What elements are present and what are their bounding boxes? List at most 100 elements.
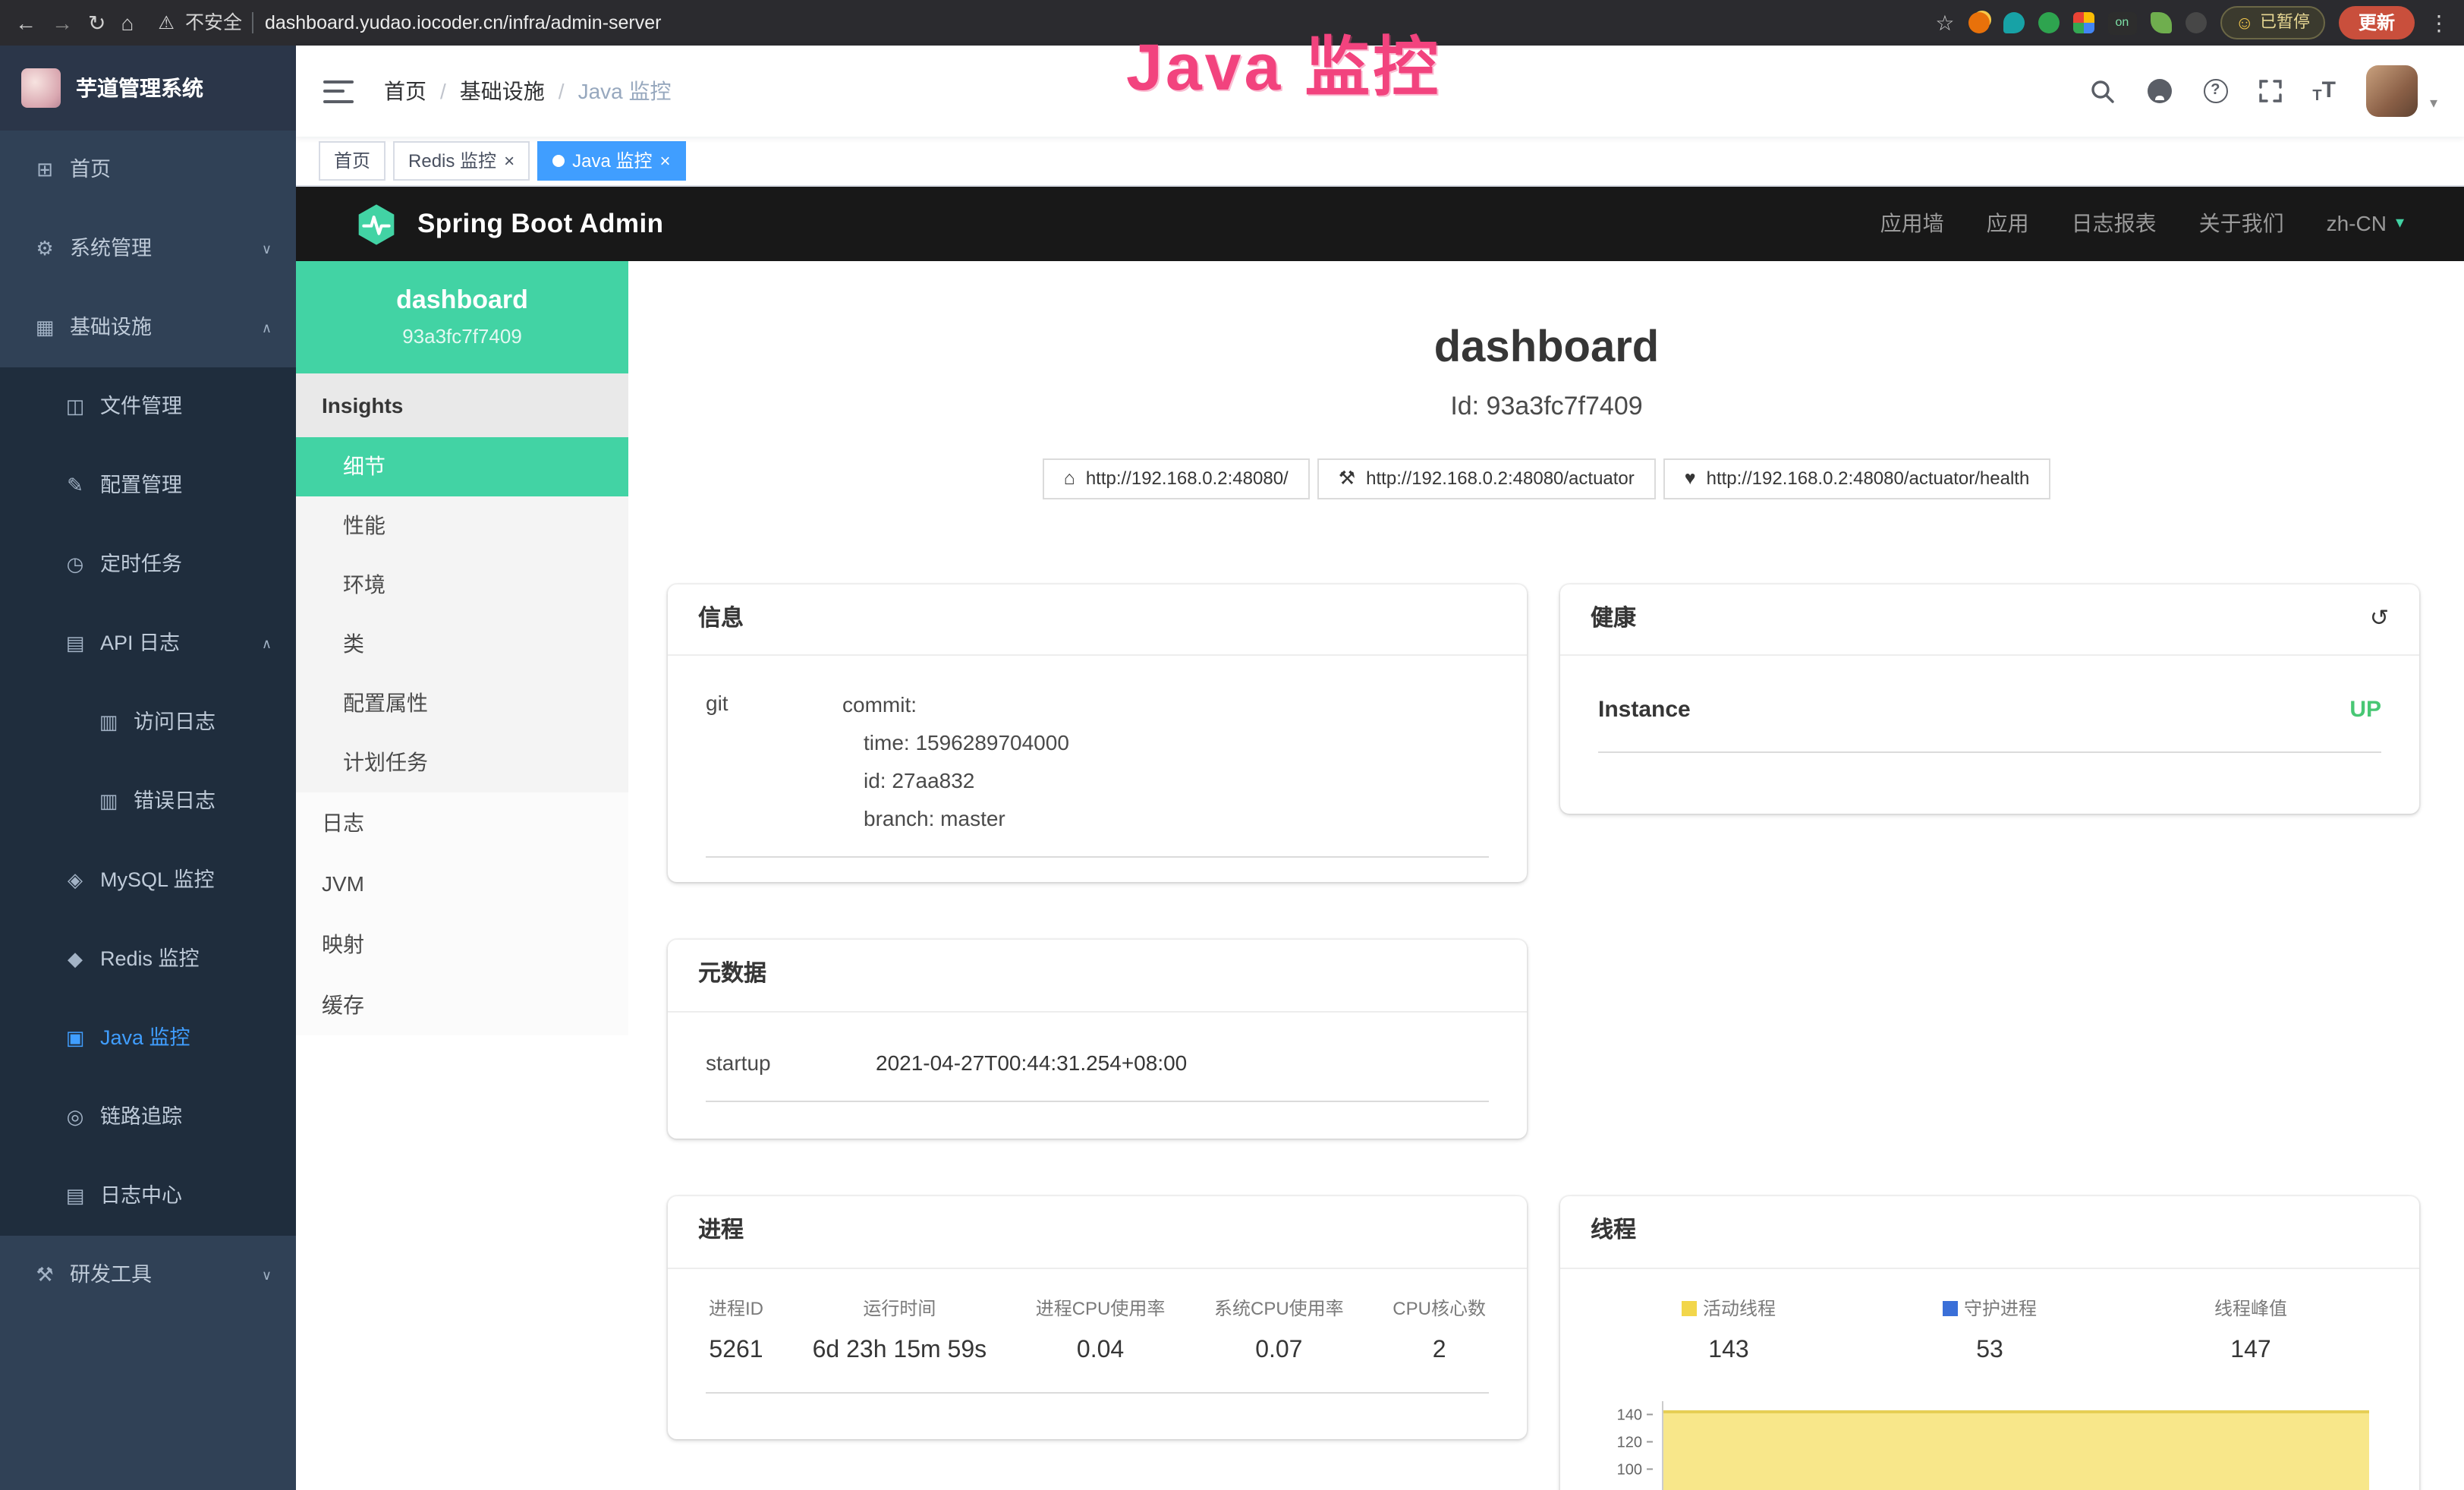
sba-sidebar-item-classes[interactable]: 类	[296, 615, 628, 674]
url-text: dashboard.yudao.iocoder.cn/infra/admin-s…	[265, 10, 662, 36]
instance-name: dashboard	[396, 285, 528, 320]
page-title: dashboard	[628, 319, 2464, 378]
header-actions: ? T T ▾	[2089, 65, 2437, 117]
hamburger-icon[interactable]	[323, 80, 354, 102]
sidebar-item-home[interactable]: ⊞ 首页	[0, 131, 296, 209]
font-size-small-glyph: T	[2312, 86, 2321, 106]
sidebar-item-system-management[interactable]: ⚙ 系统管理 ∨	[0, 209, 296, 288]
tab-home[interactable]: 首页	[319, 141, 385, 181]
sba-sidebar-item-caches[interactable]: 缓存	[296, 975, 628, 1035]
sidebar-item-label: 日志中心	[100, 1183, 182, 1210]
sidebar-item-java-monitor[interactable]: ▣ Java 监控	[0, 999, 296, 1078]
chevron-down-icon: ∨	[262, 1266, 272, 1284]
sba-sidebar-item-environment[interactable]: 环境	[296, 556, 628, 615]
extension-icon-4[interactable]	[2185, 12, 2206, 33]
extension-icon-1[interactable]	[1968, 12, 1989, 33]
threads-card-title: 线程	[1591, 1217, 1636, 1248]
github-icon[interactable]	[2145, 77, 2173, 105]
tab-redis-monitor[interactable]: Redis 监控 ×	[393, 141, 530, 181]
sidebar-item-label: API 日志	[100, 630, 180, 657]
browser-home-icon[interactable]: ⌂	[121, 12, 134, 33]
back-icon[interactable]: ←	[15, 12, 36, 33]
sba-nav-applications[interactable]: 应用	[1987, 209, 2029, 238]
sba-sidebar-item-details[interactable]: 细节	[296, 437, 628, 496]
sba-nav-wallboard[interactable]: 应用墙	[1880, 209, 1944, 238]
legend-value: 147	[2120, 1334, 2381, 1367]
sba-sidebar-item-scheduled-tasks[interactable]: 计划任务	[296, 733, 628, 792]
help-icon[interactable]: ?	[2203, 79, 2227, 103]
chevron-up-icon: ∧	[262, 635, 272, 653]
sba-sidebar-item-mappings[interactable]: 映射	[296, 914, 628, 975]
sba-content: dashboard Id: 93a3fc7f7409 ⌂ http://192.…	[628, 261, 2464, 1490]
fullscreen-icon[interactable]	[2258, 79, 2282, 103]
sidebar-item-log-center[interactable]: ▤ 日志中心	[0, 1157, 296, 1236]
tab-java-monitor[interactable]: Java 监控 ×	[537, 141, 685, 181]
address-bar[interactable]: ⚠ 不安全 dashboard.yudao.iocoder.cn/infra/a…	[158, 10, 661, 36]
sidebar-item-api-logs[interactable]: ▤ API 日志 ∧	[0, 604, 296, 683]
legend-peak-threads: 线程峰值 147	[2120, 1296, 2381, 1367]
extension-icon-2[interactable]	[2003, 12, 2024, 33]
font-size-icon[interactable]: T T	[2312, 76, 2336, 107]
close-icon[interactable]: ×	[504, 152, 515, 170]
home-icon: ⌂	[1064, 466, 1075, 492]
redis-icon: ◆	[64, 946, 87, 972]
sba-nav-about[interactable]: 关于我们	[2199, 209, 2284, 238]
user-avatar[interactable]	[2366, 65, 2418, 117]
paused-badge[interactable]: ☺ 已暂停	[2220, 6, 2325, 39]
live-threads-area	[1663, 1410, 2369, 1490]
sidebar-item-link-tracing[interactable]: ◎ 链路追踪	[0, 1078, 296, 1157]
actuator-url-button[interactable]: ⚒ http://192.168.0.2:48080/actuator	[1317, 458, 1656, 499]
extension-on-badge[interactable]: on	[2107, 11, 2136, 34]
sidebar-item-mysql-monitor[interactable]: ◈ MySQL 监控	[0, 841, 296, 920]
sba-brand[interactable]: Spring Boot Admin	[354, 201, 663, 247]
extension-icon-3[interactable]	[2038, 12, 2059, 33]
sidebar-item-dev-tools[interactable]: ⚒ 研发工具 ∨	[0, 1236, 296, 1315]
browser-menu-icon[interactable]: ⋮	[2428, 12, 2450, 33]
history-icon[interactable]: ↺	[2370, 604, 2389, 635]
sidebar-item-config-management[interactable]: ✎ 配置管理	[0, 446, 296, 525]
avatar-caret-icon[interactable]: ▾	[2430, 93, 2437, 117]
sidebar-item-access-logs[interactable]: ▥ 访问日志	[0, 683, 296, 762]
info-key: git	[706, 687, 842, 839]
sidebar-item-error-logs[interactable]: ▥ 错误日志	[0, 762, 296, 841]
sba-sidebar-item-config-properties[interactable]: 配置属性	[296, 674, 628, 733]
extension-grid-icon[interactable]	[2072, 12, 2094, 33]
service-url-button[interactable]: ⌂ http://192.168.0.2:48080/	[1043, 458, 1310, 499]
sba-nav-journal[interactable]: 日志报表	[2072, 209, 2157, 238]
log-icon: ▥	[97, 788, 120, 814]
metric-label: CPU核心数	[1392, 1296, 1486, 1320]
paused-label: 已暂停	[2260, 11, 2310, 34]
breadcrumb-current: Java 监控	[578, 77, 672, 106]
sba-instance-box[interactable]: dashboard 93a3fc7f7409	[296, 261, 628, 373]
app-title: 芋道管理系统	[76, 74, 203, 102]
search-icon[interactable]	[2089, 78, 2115, 104]
instance-id: 93a3fc7f7409	[402, 323, 522, 350]
health-url-button[interactable]: ♥ http://192.168.0.2:48080/actuator/heal…	[1663, 458, 2051, 499]
update-button[interactable]: 更新	[2339, 6, 2415, 39]
breadcrumb-home[interactable]: 首页	[384, 77, 426, 106]
sba-sidebar-item-jvm[interactable]: JVM	[296, 853, 628, 914]
bookmark-star-icon[interactable]: ☆	[1935, 12, 1954, 33]
metric-uptime: 运行时间 6d 23h 15m 59s	[813, 1296, 987, 1367]
sba-locale-select[interactable]: zh-CN ▾	[2327, 209, 2404, 238]
cards-grid: 信息 git commit: time: 1596289704000 id: 2…	[668, 584, 2419, 1490]
close-icon[interactable]: ×	[659, 152, 670, 170]
metric-system-cpu: 系统CPU使用率 0.07	[1214, 1296, 1344, 1367]
breadcrumb-separator: /	[559, 77, 565, 106]
sidebar-item-file-management[interactable]: ◫ 文件管理	[0, 367, 296, 446]
sidebar-item-label: 错误日志	[134, 788, 216, 815]
sidebar-item-redis-monitor[interactable]: ◆ Redis 监控	[0, 920, 296, 999]
forward-icon[interactable]: →	[52, 12, 73, 33]
sidebar-item-scheduled-tasks[interactable]: ◷ 定时任务	[0, 525, 296, 604]
tags-bar: 首页 Redis 监控 × Java 监控 ×	[296, 137, 2464, 187]
extension-leaf-icon[interactable]	[2150, 12, 2171, 33]
clock-icon: ◷	[64, 551, 87, 578]
breadcrumb-infrastructure[interactable]: 基础设施	[460, 77, 545, 106]
reload-icon[interactable]: ↻	[88, 12, 105, 33]
sidebar-item-label: MySQL 监控	[100, 867, 215, 894]
sba-sidebar-item-logs[interactable]: 日志	[296, 792, 628, 853]
security-label: 不安全	[185, 10, 242, 36]
sidebar-item-infrastructure[interactable]: ▦ 基础设施 ∧	[0, 288, 296, 367]
sba-sidebar-item-performance[interactable]: 性能	[296, 496, 628, 556]
app-logo[interactable]: 芋道管理系统	[0, 46, 296, 131]
